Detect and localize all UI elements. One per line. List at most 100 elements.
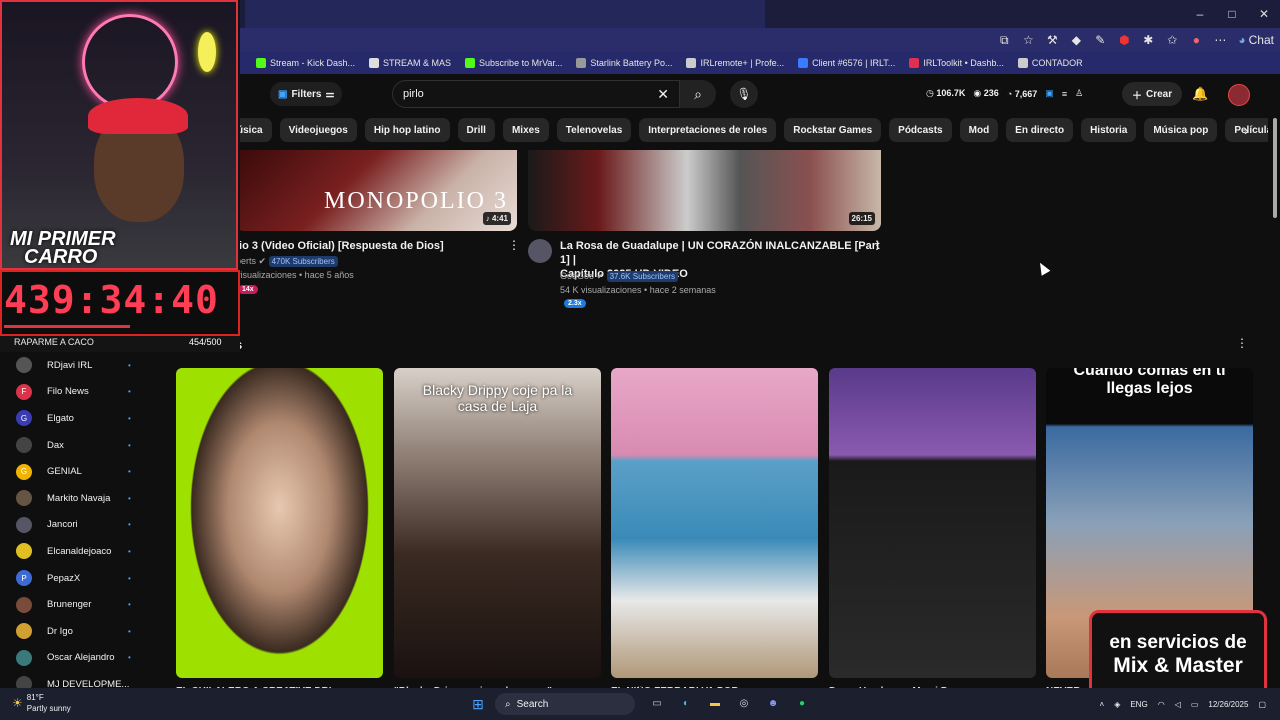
stream-overlay: MI PRIMER CARRO 439:34:40 RAPARME A CACO… [0,0,240,352]
category-chip[interactable]: Rockstar Games [784,118,882,142]
subathon-timer: 439:34:40 [4,278,219,322]
sidebar-item[interactable]: Dax • [0,432,160,459]
language-indicator[interactable]: ENG [1130,700,1147,709]
favorites-icon[interactable]: ✩ [1160,33,1184,47]
bookmark-item[interactable]: IRLToolkit • Dashb... [909,58,1004,68]
category-chip[interactable]: Pódcasts [889,118,952,142]
short-thumbnail[interactable] [176,368,383,678]
sidebar-item[interactable]: Brunenger • [0,591,160,618]
sidebar-item[interactable]: F Filo News • [0,379,160,406]
channel-avatar: P [16,570,32,587]
open-tab-icon[interactable]: ⧉ [992,33,1016,48]
bookmark-icon [256,58,266,68]
close-button[interactable]: ✕ [1248,0,1280,28]
extension-icon[interactable]: ⚒ [1040,33,1064,47]
sidebar-item[interactable]: Dr Igo • [0,618,160,645]
notification-icon[interactable]: ▢ [1258,700,1266,709]
search-button[interactable]: ⌕ [680,80,716,108]
taskbar-search[interactable]: ⌕ Search [495,693,635,715]
chevron-up-icon[interactable]: ˄ [1100,700,1105,709]
category-chip[interactable]: Videojuegos [279,118,357,142]
filters-button[interactable]: ▣ Filters ⚌ [270,82,343,106]
category-chip[interactable]: Interpretaciones de roles [639,118,777,142]
sidebar-item[interactable]: G GENIAL • [0,458,160,485]
category-chip[interactable]: Mixes [502,118,549,142]
section-more-icon[interactable]: ⋮ [1236,336,1248,350]
category-chip[interactable]: Música pop [1144,118,1218,142]
edge-icon[interactable]: ◐ [677,695,695,713]
category-chip[interactable]: Hip hop latino [364,118,450,142]
video-channel[interactable]: berts ✔ 470K Subscribers [236,256,338,267]
bookmark-label: STREAM & MAS [383,58,452,68]
sidebar-item[interactable]: Oscar Alejandro • [0,645,160,672]
more-icon[interactable]: ⋯ [1208,33,1232,47]
video-thumbnail-monopolio[interactable]: MONOPOLIO 3 ♪ 4:41 [236,150,517,231]
plus-icon: ＋ [1132,90,1142,102]
category-chip[interactable]: Historia [1081,118,1137,142]
category-chip[interactable]: En directo [1006,118,1074,142]
sidebar-item[interactable]: Jancori • [0,512,160,539]
bookmark-item[interactable]: Client #6576 | IRLT... [798,58,895,68]
clock-date[interactable]: 12/26/2025 [1208,700,1248,709]
file-explorer-icon[interactable]: ▬ [706,695,724,713]
more-options-icon[interactable]: ⋮ [871,238,883,252]
weather-widget[interactable]: ☀ 81°F Partly sunny [12,692,71,714]
create-button[interactable]: ＋ Crear [1122,82,1183,106]
bookmark-item[interactable]: Subscribe to MrVar... [465,58,562,68]
minimize-button[interactable]: – [1184,0,1216,28]
trophy-icon[interactable]: ♙ [1075,88,1083,99]
bookmark-item[interactable]: Starlink Battery Po... [576,58,672,68]
sidebar-item[interactable]: Elcanaldejoaco • [0,538,160,565]
wifi-icon[interactable]: ◠ [1158,700,1165,709]
category-chip[interactable]: Mod [959,118,999,142]
chat-button[interactable]: ◕ Chat [1232,33,1280,47]
obs-icon[interactable]: ◎ [735,695,753,713]
volume-icon[interactable]: ◁ [1175,700,1181,709]
stats-readout: ◷ 106.7K ◉ 236 ◔ 7,667 ▣ ≡ ♙ [926,88,1083,99]
video-title[interactable]: lio 3 (Video Oficial) [Respuesta de Dios… [236,239,516,253]
voice-search-button[interactable]: 🎙 [730,80,758,108]
shield-icon[interactable]: ⬢ [1112,33,1136,47]
ext-icon[interactable]: ▣ [1045,88,1054,99]
scrollbar-thumb[interactable] [1273,118,1277,218]
video-channel[interactable]: GooGoo ✔ 37.6K Subscribers [560,271,678,282]
more-options-icon[interactable]: ⋮ [508,238,520,252]
filters-label: Filters [291,88,322,100]
video-thumbnail-rosa[interactable]: 26:15 [528,150,881,231]
puzzle-icon[interactable]: ✱ [1136,33,1160,47]
bookmark-item[interactable]: CONTADOR [1017,58,1083,68]
tray-app-icon[interactable]: ◈ [1114,700,1120,709]
channel-avatar[interactable] [528,239,552,263]
star-icon[interactable]: ☆ [1016,33,1040,47]
sidebar-item[interactable]: Markito Navaja • [0,485,160,512]
browser-tab-strip[interactable] [245,0,765,28]
account-avatar[interactable] [1228,84,1250,106]
bookmark-item[interactable]: Stream - Kick Dash... [256,58,355,68]
notifications-bell-icon[interactable]: 🔔 [1192,86,1208,102]
search-input[interactable]: pirlo ✕ [392,80,680,108]
category-chip[interactable]: Telenovelas [556,118,632,142]
category-chip[interactable]: Drill [457,118,495,142]
task-view-icon[interactable]: ▭ [648,695,666,713]
diamond-icon[interactable]: ◆ [1064,33,1088,47]
short-thumbnail[interactable] [829,368,1036,678]
bookmark-icon [465,58,476,68]
list-icon[interactable]: ≡ [1062,89,1067,99]
sidebar-item[interactable]: G Elgato • [0,405,160,432]
pen-icon[interactable]: ✎ [1088,33,1112,47]
maximize-button[interactable]: □ [1216,0,1248,28]
sidebar-item[interactable]: RDjavi IRL • [0,352,160,379]
profile-icon[interactable]: ● [1184,33,1208,47]
discord-icon[interactable]: ☻ [764,695,782,713]
sidebar-item[interactable]: P PepazX • [0,565,160,592]
short-thumbnail[interactable] [611,368,818,678]
bookmark-item[interactable]: IRLremote+ | Profe... [686,58,784,68]
battery-icon[interactable]: ▭ [1191,700,1199,709]
bookmark-item[interactable]: STREAM & MAS [369,58,451,68]
spotify-icon[interactable]: ● [793,695,811,713]
chevron-right-icon[interactable]: › [1244,118,1249,142]
clear-search-icon[interactable]: ✕ [657,86,669,103]
short-thumbnail[interactable]: Blacky Drippy coje pa la casa de Laja [394,368,601,678]
start-icon[interactable]: ⊞ [469,695,487,713]
webcam-feed: MI PRIMER CARRO [0,0,238,270]
